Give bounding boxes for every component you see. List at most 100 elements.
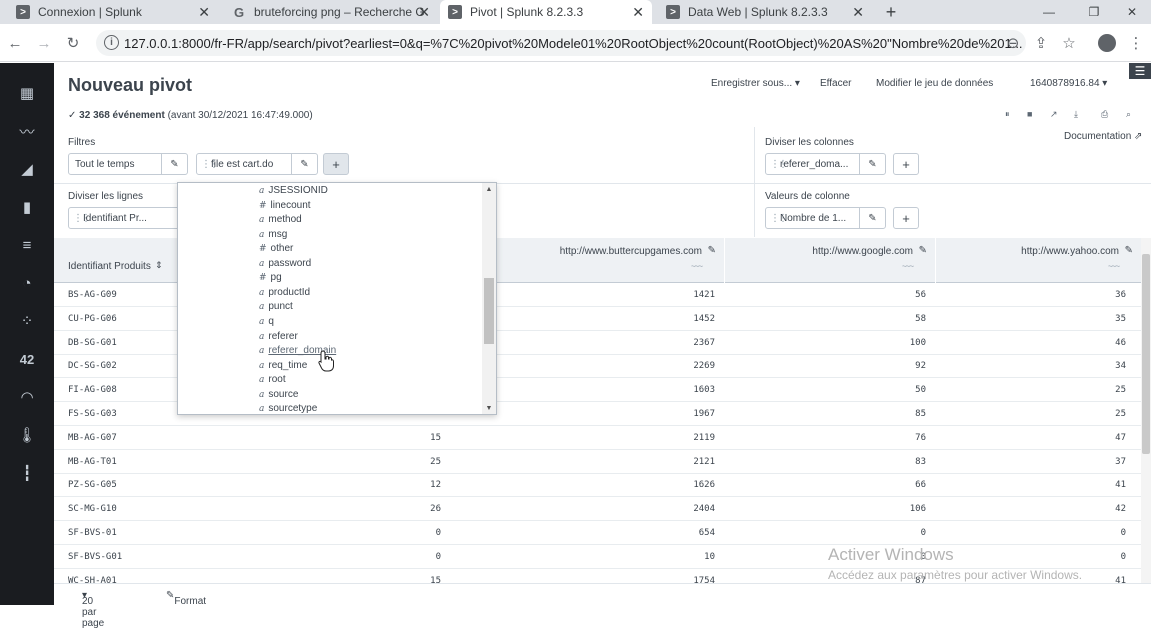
field-option[interactable]: aq — [259, 315, 274, 329]
activity-icon[interactable]: 〰 — [0, 121, 54, 141]
clear-button[interactable]: Effacer — [820, 78, 852, 89]
field-option[interactable]: # linecount — [259, 199, 311, 213]
sort-icon[interactable]: ~~~ — [902, 262, 914, 271]
add-filter-button[interactable]: + — [323, 153, 349, 175]
gauge-icon[interactable]: ◠ — [0, 387, 54, 407]
field-option[interactable]: a source — [259, 388, 298, 402]
hamburger-menu-icon[interactable]: ☰ — [1129, 63, 1151, 79]
share-job-icon[interactable]: ↗ — [1050, 109, 1058, 120]
field-option[interactable]: a req_time — [259, 359, 307, 373]
sort-icon[interactable]: ~~~ — [1108, 262, 1120, 271]
filter-file-pill[interactable]: ⋮⋮ file est cart.do ✎ — [196, 153, 318, 175]
address-bar[interactable]: i 127.0.0.1:8000/fr-FR/app/search/pivot?… — [96, 30, 1026, 56]
marker-gauge-icon[interactable]: ┇ — [0, 463, 54, 483]
pencil-icon[interactable]: ✎ — [859, 154, 885, 174]
field-option[interactable]: a root — [259, 373, 286, 387]
table-row[interactable]: SF-BVS-G01 0 10 0 0 — [54, 546, 1151, 569]
scroll-up-icon[interactable]: ▲ — [482, 183, 496, 195]
split-rows-pill[interactable]: ⋮⋮ Identifiant Pr... — [68, 207, 188, 229]
close-icon[interactable]: ✕ — [198, 4, 210, 21]
minimize-icon[interactable]: — — [1030, 0, 1068, 24]
pencil-icon[interactable]: ✎ — [919, 245, 927, 256]
field-option[interactable]: a productId — [259, 286, 310, 300]
table-scrollbar[interactable] — [1141, 238, 1151, 583]
filter-time-pill[interactable]: Tout le temps ✎ — [68, 153, 188, 175]
column-values-pill[interactable]: ⋮⋮ Nombre de 1... ✎ — [765, 207, 886, 229]
field-option[interactable]: a password — [259, 257, 311, 271]
forward-icon[interactable]: → — [33, 32, 55, 54]
field-option[interactable]: a punct — [259, 300, 293, 314]
column-chart-icon[interactable]: ▮ — [0, 197, 54, 217]
pencil-icon[interactable]: ✎ — [291, 154, 317, 174]
drag-handle-icon[interactable]: ⋮⋮ — [770, 159, 788, 170]
scroll-down-icon[interactable]: ▼ — [482, 402, 496, 414]
close-icon[interactable]: ✕ — [852, 4, 864, 21]
field-option[interactable]: a msg — [259, 228, 287, 242]
back-icon[interactable]: ← — [4, 32, 26, 54]
share-icon[interactable]: ⇪ — [1030, 32, 1052, 54]
zoom-icon[interactable]: ⊖ — [1002, 32, 1024, 54]
table-row[interactable]: SF-BVS-01 0 654 0 0 — [54, 522, 1151, 545]
format-button[interactable]: ✎ Format — [166, 590, 206, 607]
bar-chart-icon[interactable]: ≡ — [0, 235, 54, 255]
table-row[interactable]: MB-AG-G07 15 2119 76 47 — [54, 427, 1151, 450]
inspect-icon[interactable]: ⌕ — [1126, 109, 1131, 120]
tab-data-web[interactable]: > Data Web | Splunk 8.2.3.3 ✕ — [658, 0, 872, 24]
area-chart-icon[interactable]: ◢ — [0, 159, 54, 179]
pencil-icon[interactable]: ✎ — [708, 245, 716, 256]
per-page-button[interactable]: 20 par page ▾ — [82, 590, 104, 629]
pencil-icon[interactable]: ✎ — [161, 154, 187, 174]
scatter-chart-icon[interactable]: ⁘ — [0, 311, 54, 331]
header-yahoo[interactable]: http://www.yahoo.com ✎ ~~~ — [936, 238, 1141, 283]
close-icon[interactable]: ✕ — [418, 4, 430, 21]
close-window-icon[interactable]: ✕ — [1113, 0, 1151, 24]
apps-grid-icon[interactable]: ▦ — [0, 83, 54, 103]
dropdown-scrollbar[interactable]: ▲ ▼ — [482, 183, 496, 414]
field-option[interactable]: a referer — [259, 330, 298, 344]
tab-pivot[interactable]: > Pivot | Splunk 8.2.3.3 ✕ — [440, 0, 652, 24]
tab-google-search[interactable]: G bruteforcing png – Recherche Go ✕ — [224, 0, 438, 24]
new-tab-button[interactable]: + — [880, 0, 902, 24]
drag-handle-icon[interactable]: ⋮⋮ — [770, 213, 788, 224]
sort-icon[interactable]: ~~~ — [691, 262, 703, 271]
table-row[interactable]: MB-AG-T01 25 2121 83 37 — [54, 451, 1151, 474]
sort-icon[interactable]: ⇕ — [155, 260, 163, 271]
close-icon[interactable]: ✕ — [632, 4, 644, 21]
documentation-link[interactable]: Documentation ⇗ — [1064, 131, 1142, 142]
field-option[interactable]: a method — [259, 213, 302, 227]
header-buttercupgames[interactable]: http://www.buttercupgames.com ✎ ~~~ — [494, 238, 724, 283]
site-info-icon[interactable]: i — [104, 35, 119, 50]
field-option[interactable]: # pg — [259, 271, 282, 285]
job-id-button[interactable]: 1640878916.84 ▾ — [1030, 78, 1107, 89]
add-split-column-button[interactable]: + — [893, 153, 919, 175]
filler-gauge-icon[interactable]: 🌡 — [0, 425, 54, 445]
profile-avatar[interactable] — [1098, 34, 1116, 52]
header-google[interactable]: http://www.google.com ✎ ~~~ — [725, 238, 935, 283]
browser-menu-icon[interactable]: ⋮ — [1125, 32, 1147, 54]
field-option[interactable]: a JSESSIONID — [259, 184, 328, 198]
reload-icon[interactable]: ↻ — [62, 32, 84, 54]
drag-handle-icon[interactable]: ⋮⋮ — [73, 213, 91, 224]
pie-chart-icon[interactable]: ◔ — [0, 273, 54, 293]
restore-icon[interactable]: ❐ — [1075, 0, 1113, 24]
save-as-button[interactable]: Enregistrer sous... ▾ — [711, 78, 800, 89]
table-row[interactable]: SC-MG-G10 26 2404 106 42 — [54, 498, 1151, 522]
pause-icon[interactable]: ⏸ — [1005, 109, 1010, 120]
pencil-icon[interactable]: ✎ — [859, 208, 885, 228]
split-columns-pill[interactable]: ⋮⋮ referer_doma... ✎ — [765, 153, 886, 175]
scrollbar-thumb[interactable] — [1142, 254, 1150, 454]
bookmark-star-icon[interactable]: ☆ — [1058, 32, 1080, 54]
stop-icon[interactable]: ■ — [1027, 109, 1032, 119]
add-column-value-button[interactable]: + — [893, 207, 919, 229]
export-icon[interactable]: ⤓ — [1074, 109, 1078, 120]
field-option[interactable]: a sourcetype — [259, 402, 317, 416]
print-icon[interactable]: ⎙ — [1101, 109, 1108, 120]
field-option[interactable]: # other — [259, 242, 293, 256]
table-row[interactable]: PZ-SG-G05 12 1626 66 41 — [54, 474, 1151, 498]
drag-handle-icon[interactable]: ⋮⋮ — [201, 159, 219, 170]
modify-dataset-button[interactable]: Modifier le jeu de données — [876, 78, 993, 89]
tab-connexion[interactable]: > Connexion | Splunk ✕ — [8, 0, 218, 24]
scrollbar-thumb[interactable] — [484, 278, 494, 344]
single-value-icon[interactable]: 42 — [0, 349, 54, 369]
pencil-icon[interactable]: ✎ — [1125, 245, 1133, 256]
